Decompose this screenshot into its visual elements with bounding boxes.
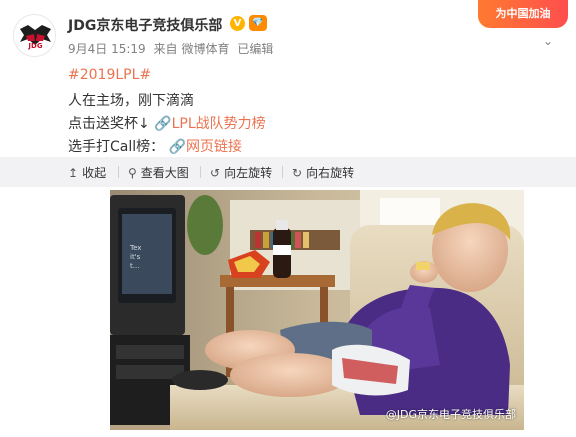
edited-label[interactable]: 已编辑 <box>237 42 273 56</box>
hashtag-line: #2019LPL# <box>68 67 151 83</box>
link-icon: 🔗 <box>168 139 187 155</box>
line3-prefix: 选手打Call榜： <box>68 139 165 155</box>
post-image[interactable]: Tex it's t... @JDG京东电子竞技俱乐部 <box>110 190 524 430</box>
chevron-down-icon[interactable]: ⌄ <box>539 34 557 48</box>
source-prefix: 来自 <box>153 42 178 56</box>
rotate-left-label: 向左旋转 <box>224 166 273 180</box>
view-large-label: 查看大图 <box>140 166 189 180</box>
couch-photo: Tex it's t... <box>110 190 524 430</box>
post-text-line1: 人在主场，刚下滴滴 <box>68 93 194 109</box>
post-text-line2: 点击送奖杯↓ 🔗LPL战队势力榜 <box>68 113 266 133</box>
zoom-icon: ⚲ <box>128 166 137 180</box>
post-source[interactable]: 微博体育 <box>182 42 230 56</box>
line2-prefix: 点击送奖杯↓ <box>68 116 150 132</box>
post-meta: 9月4日 15:19 来自 微博体育 已编辑 <box>68 40 277 57</box>
jdg-logo-icon: JDG <box>14 15 55 56</box>
collapse-button[interactable]: ↥ 收起 <box>68 164 106 181</box>
rotate-right-label: 向右旋转 <box>306 166 355 180</box>
author-name[interactable]: JDG京东电子竞技俱乐部 <box>68 15 222 35</box>
power-ranking-link[interactable]: 🔗LPL战队势力榜 <box>154 116 265 132</box>
rotate-right-button[interactable]: ↻ 向右旋转 <box>292 164 354 181</box>
rotate-left-icon: ↺ <box>210 166 221 180</box>
collapse-icon: ↥ <box>68 166 79 180</box>
link-icon: 🔗 <box>154 116 172 132</box>
toolbar-divider <box>118 166 119 178</box>
power-ranking-label: LPL战队势力榜 <box>171 116 266 132</box>
image-watermark: @JDG京东电子竞技俱乐部 <box>385 408 516 421</box>
view-large-button[interactable]: ⚲ 查看大图 <box>128 164 189 181</box>
toolbar-divider <box>200 166 201 178</box>
toolbar-divider <box>282 166 283 178</box>
verified-icon: V <box>230 16 245 31</box>
rotate-left-button[interactable]: ↺ 向左旋转 <box>210 164 272 181</box>
rotate-right-icon: ↻ <box>292 166 303 180</box>
post-date[interactable]: 9月4日 15:19 <box>68 42 146 56</box>
svg-text:JDG: JDG <box>27 42 42 50</box>
hashtag-link[interactable]: #2019LPL# <box>68 67 151 83</box>
vip-badge-icon[interactable]: 💎 <box>249 15 267 31</box>
web-link-label: 网页链接 <box>186 139 243 155</box>
post-text-line3: 选手打Call榜： 🔗网页链接 <box>68 136 242 156</box>
avatar[interactable]: JDG <box>13 14 56 57</box>
collapse-label: 收起 <box>82 166 107 180</box>
event-badge[interactable]: 为中国加油 <box>478 0 568 28</box>
image-toolbar: ↥ 收起 ⚲ 查看大图 ↺ 向左旋转 ↻ 向右旋转 <box>0 157 576 187</box>
web-link[interactable]: 🔗网页链接 <box>169 139 242 155</box>
